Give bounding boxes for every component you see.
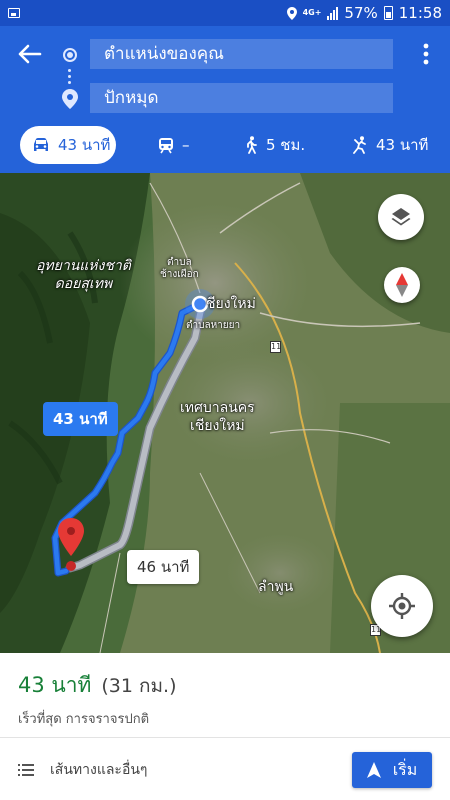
route-duration: 43 นาที xyxy=(18,673,92,697)
battery-percent: 57% xyxy=(344,4,378,22)
car-icon xyxy=(34,138,48,151)
battery-icon xyxy=(383,6,393,20)
route-dots-icon xyxy=(68,69,72,85)
tab-walk[interactable]: 5 ชม. xyxy=(244,126,305,164)
directions-header: ตำแหน่งของคุณ ปักหมุด 43 นาที – 5 ชม. 43… xyxy=(0,26,450,173)
highway-shield: 11 xyxy=(270,341,282,353)
train-icon xyxy=(159,137,173,153)
tab-ride-label: 43 นาที xyxy=(376,136,429,154)
compass-button[interactable] xyxy=(384,267,420,303)
ride-icon xyxy=(353,136,366,154)
map-label-chiang-mai: ชียงใหม่ xyxy=(206,296,256,312)
map-view[interactable]: อุทยานแห่งชาติ ดอยสุเทพ ตำบล ช้างเผือก ชีย… xyxy=(0,173,450,653)
map-label-chang-phueak: ตำบล ช้างเผือก xyxy=(160,257,199,280)
location-icon xyxy=(286,6,297,20)
steps-label: เส้นทางและอื่นๆ xyxy=(50,762,148,778)
route-summary: 43 นาที (31 กม.) xyxy=(18,669,177,702)
destination-pin-icon xyxy=(62,89,78,109)
origin-field[interactable]: ตำแหน่งของคุณ xyxy=(90,39,393,69)
map-label-lamphun: ลำพูน xyxy=(258,579,294,595)
layers-icon xyxy=(391,208,411,226)
tab-drive[interactable]: 43 นาที xyxy=(20,126,116,164)
tab-transit[interactable]: – xyxy=(158,126,190,164)
navigation-arrow-icon xyxy=(366,762,381,778)
primary-route-label[interactable]: 43 นาที xyxy=(43,402,118,436)
clock: 11:58 xyxy=(398,4,442,22)
map-label-municipality: เทศบาลนคร เชียงใหม่ xyxy=(180,400,255,434)
tab-ride[interactable]: 43 นาที xyxy=(352,126,428,164)
travel-mode-tabs: 43 นาที – 5 ชม. 43 นาที xyxy=(0,124,450,166)
route-summary-sheet[interactable]: 43 นาที (31 กม.) เร็วที่สุด การจราจรปกติ… xyxy=(0,653,450,800)
tab-walk-label: 5 ชม. xyxy=(266,136,306,154)
image-notification-icon xyxy=(8,8,20,18)
divider xyxy=(0,737,450,738)
tab-drive-label: 43 นาที xyxy=(58,136,111,154)
start-label: เริ่ม xyxy=(392,759,418,779)
back-arrow-icon[interactable] xyxy=(14,42,44,66)
tab-transit-label: – xyxy=(182,136,190,154)
signal-icon xyxy=(327,6,339,20)
destination-field[interactable]: ปักหมุด xyxy=(90,83,393,113)
more-options-icon[interactable] xyxy=(416,42,436,66)
list-icon xyxy=(18,764,34,776)
layers-button[interactable] xyxy=(378,194,424,240)
alternate-route-label[interactable]: 46 นาที xyxy=(127,550,200,584)
walk-icon xyxy=(247,136,257,154)
map-label-hai-ya: ตำบลหายยา xyxy=(186,320,241,331)
route-description: เร็วที่สุด การจราจรปกติ xyxy=(18,712,150,727)
network-type: 4G+ xyxy=(302,8,322,17)
compass-icon xyxy=(396,273,408,297)
steps-button[interactable]: เส้นทางและอื่นๆ xyxy=(18,752,147,788)
my-location-icon xyxy=(389,593,415,619)
start-navigation-button[interactable]: เริ่ม xyxy=(352,752,432,788)
map-label-park: อุทยานแห่งชาติ ดอยสุเทพ xyxy=(36,258,131,292)
status-bar: 4G+ 57% 11:58 xyxy=(0,0,450,26)
route-distance: (31 กม.) xyxy=(101,675,177,697)
my-location-button[interactable] xyxy=(371,575,433,637)
origin-icon xyxy=(63,48,77,62)
